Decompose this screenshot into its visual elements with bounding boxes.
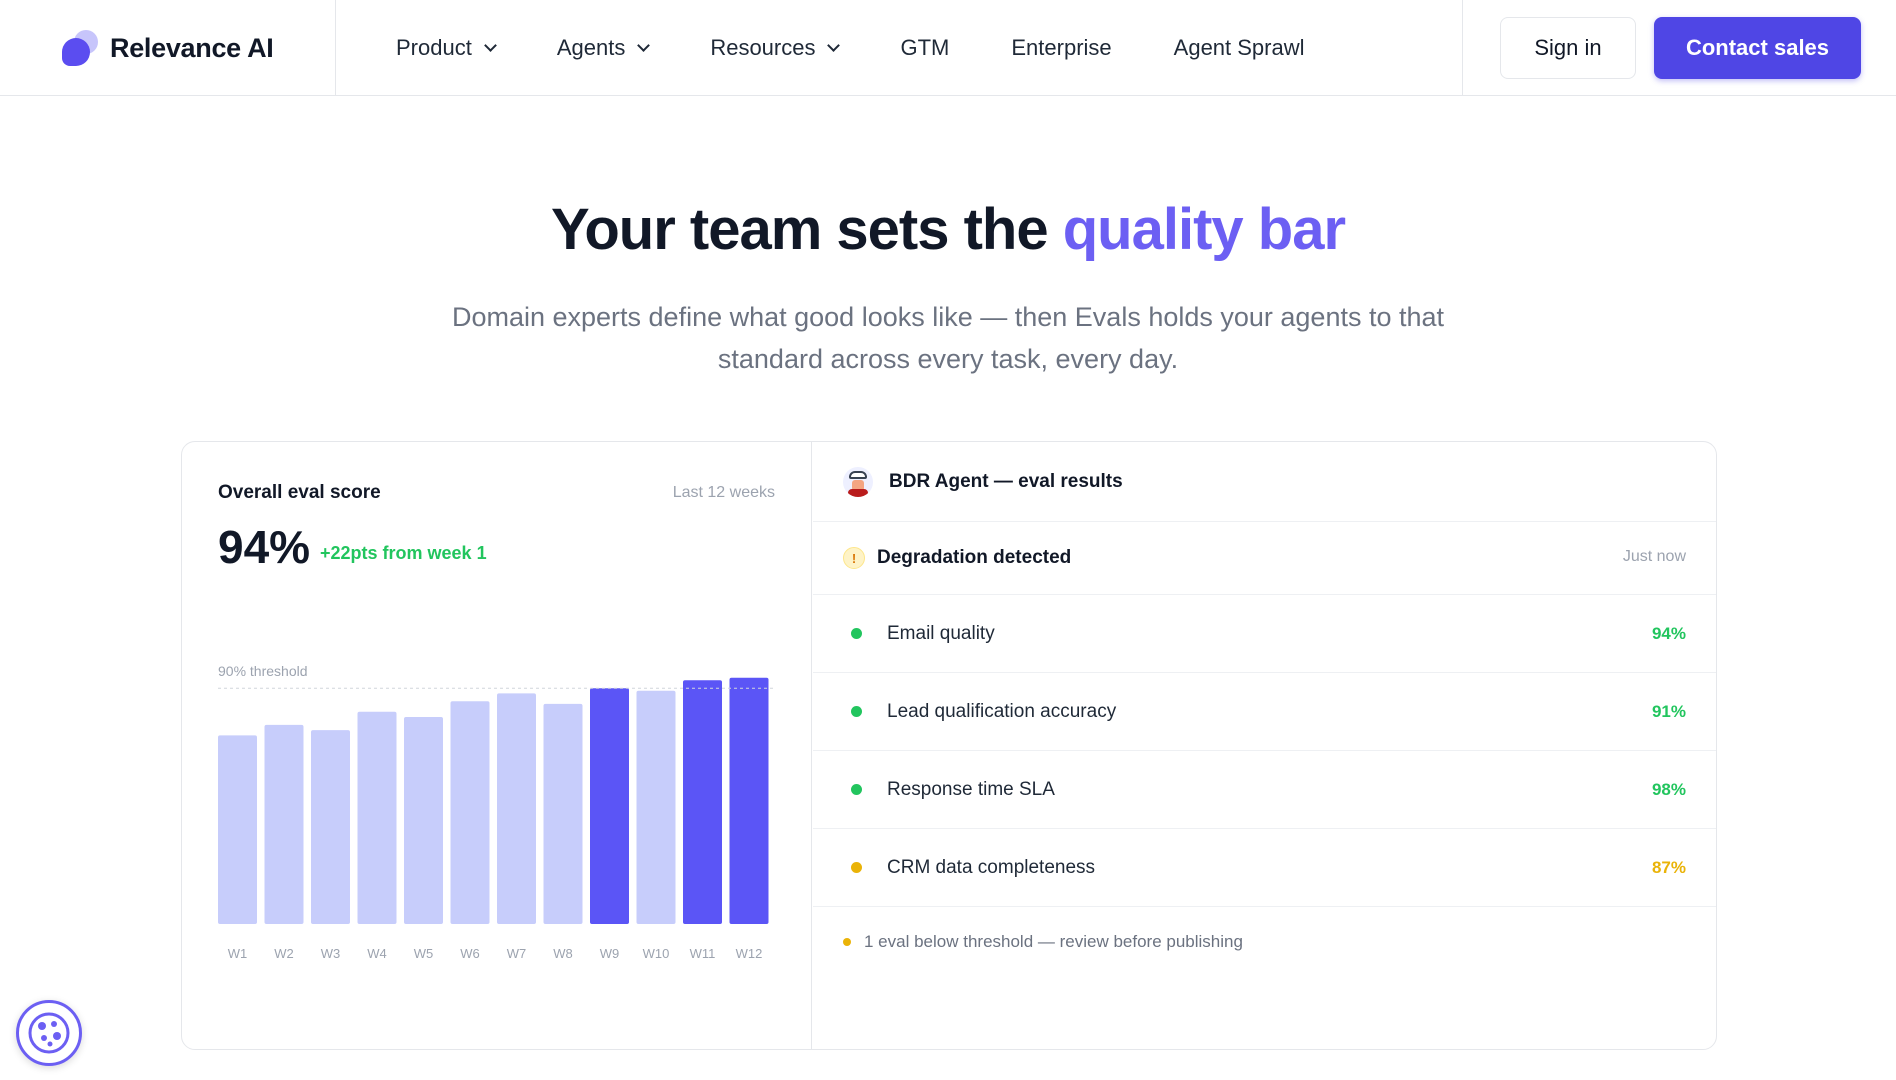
nav-actions: Sign in Contact sales	[1462, 0, 1896, 96]
degradation-alert[interactable]: ! Degradation detected Just now	[813, 522, 1716, 595]
cookie-icon	[28, 1012, 70, 1054]
eval-score-chart: 90% threshold W1 W2 W3 W4 W5 W6 W7 W8 W9 W10 W11 W1…	[218, 663, 776, 961]
nav-item-product[interactable]: Product	[396, 35, 497, 61]
brand[interactable]: Relevance AI	[0, 0, 336, 96]
alert-title: Degradation detected	[877, 547, 1072, 568]
chart-bar-w5	[404, 717, 443, 924]
x-tick-label: W10	[643, 946, 670, 961]
main-menu: Product Agents Resources GTM Enterprise …	[396, 0, 1367, 96]
metric-value: 91%	[1651, 702, 1686, 721]
x-tick-label: W6	[460, 946, 480, 961]
x-tick-label: W12	[736, 946, 763, 961]
metric-label: Response time SLA	[887, 778, 1055, 800]
results-title: BDR Agent — eval results	[889, 470, 1123, 492]
alert-timestamp: Just now	[1622, 548, 1686, 565]
nav-item-agents[interactable]: Agents	[556, 35, 651, 61]
metric-row-response-time[interactable]: Response time SLA 98%	[813, 751, 1716, 829]
metric-row-lead-qualification[interactable]: Lead qualification accuracy 91%	[813, 673, 1716, 751]
nav-item-label: Enterprise	[1011, 35, 1112, 60]
chart-bar-w9	[590, 688, 629, 924]
x-tick-label: W9	[600, 946, 620, 961]
metric-value: 87%	[1651, 858, 1686, 877]
chart-bar-w11	[683, 680, 722, 924]
chevron-down-icon	[483, 38, 497, 52]
threshold-footnote: 1 eval below threshold — review before p…	[843, 932, 1243, 952]
metric-label: Lead qualification accuracy	[887, 700, 1117, 722]
score-delta: +22pts from week 1	[320, 543, 487, 563]
footnote-text: 1 eval below threshold — review before p…	[864, 932, 1243, 951]
x-tick-label: W2	[274, 946, 294, 961]
overall-score: 94%	[218, 521, 311, 573]
sign-in-button[interactable]: Sign in	[1500, 17, 1636, 79]
metric-label: Email quality	[887, 622, 995, 644]
nav-item-gtm[interactable]: GTM	[900, 35, 949, 61]
nav-item-enterprise[interactable]: Enterprise	[1011, 35, 1111, 61]
chart-bar-w1	[218, 735, 257, 924]
chart-bar-w2	[264, 724, 304, 924]
chart-bar-w8	[543, 703, 583, 924]
score-panel-title: Overall eval score	[218, 482, 381, 503]
metric-value: 94%	[1651, 624, 1686, 643]
metric-label: CRM data completeness	[887, 856, 1096, 878]
cookie-settings-button[interactable]	[16, 1000, 82, 1066]
relevance-logo-icon	[62, 30, 98, 66]
warning-dot-icon	[843, 938, 851, 946]
nav-item-label: Agents	[556, 35, 626, 60]
chart-bar-w12	[729, 677, 769, 924]
x-tick-label: W5	[414, 946, 434, 961]
metric-row-email-quality[interactable]: Email quality 94%	[813, 595, 1716, 673]
score-panel-period: Last 12 weeks	[672, 484, 775, 501]
x-tick-label: W11	[690, 946, 716, 961]
metric-row-crm-completeness[interactable]: CRM data completeness 87%	[813, 829, 1716, 907]
nav-item-label: Product	[396, 35, 472, 60]
nav-item-label: GTM	[900, 35, 950, 60]
agent-avatar-icon	[843, 466, 873, 497]
hero-subtitle: Domain experts define what good looks li…	[451, 302, 1445, 374]
chevron-down-icon	[637, 38, 651, 52]
metric-value: 98%	[1651, 780, 1686, 799]
hero-title-main: Your team sets the	[550, 197, 1063, 262]
chart-bar-w7	[497, 693, 536, 924]
threshold-label: 90% threshold	[218, 663, 308, 679]
chart-bar-w4	[357, 711, 397, 924]
status-dot-icon	[851, 706, 862, 717]
hero-title: Your team sets the quality bar	[0, 196, 1896, 263]
nav-item-label: Agent Sprawl	[1173, 35, 1305, 60]
x-tick-label: W4	[367, 946, 387, 961]
chevron-down-icon	[827, 38, 841, 52]
warning-icon: !	[843, 547, 865, 569]
chart-bar-w10	[636, 690, 676, 924]
results-header: BDR Agent — eval results	[813, 442, 1716, 522]
top-nav: Relevance AI Product Agents Resources GT…	[0, 0, 1896, 96]
results-panel: BDR Agent — eval results ! Degradation d…	[813, 442, 1716, 1049]
score-panel: Overall eval score Last 12 weeks 94% +22…	[182, 442, 812, 1049]
x-tick-label: W3	[321, 946, 341, 961]
contact-sales-button[interactable]: Contact sales	[1654, 17, 1861, 79]
chart-bar-w3	[311, 730, 350, 924]
status-dot-icon	[851, 784, 862, 795]
x-tick-label: W1	[228, 946, 248, 961]
status-dot-icon	[851, 628, 862, 639]
chart-bar-w6	[450, 701, 490, 924]
nav-item-label: Resources	[710, 35, 816, 60]
status-dot-icon	[851, 862, 862, 873]
x-tick-label: W8	[553, 946, 573, 961]
nav-item-resources[interactable]: Resources	[710, 35, 841, 61]
eval-card: Overall eval score Last 12 weeks 94% +22…	[181, 441, 1717, 1050]
x-tick-label: W7	[507, 946, 527, 961]
hero-title-accent: quality bar	[1062, 197, 1346, 262]
nav-item-agent-sprawl[interactable]: Agent Sprawl	[1174, 35, 1305, 61]
brand-name: Relevance AI	[110, 32, 274, 63]
